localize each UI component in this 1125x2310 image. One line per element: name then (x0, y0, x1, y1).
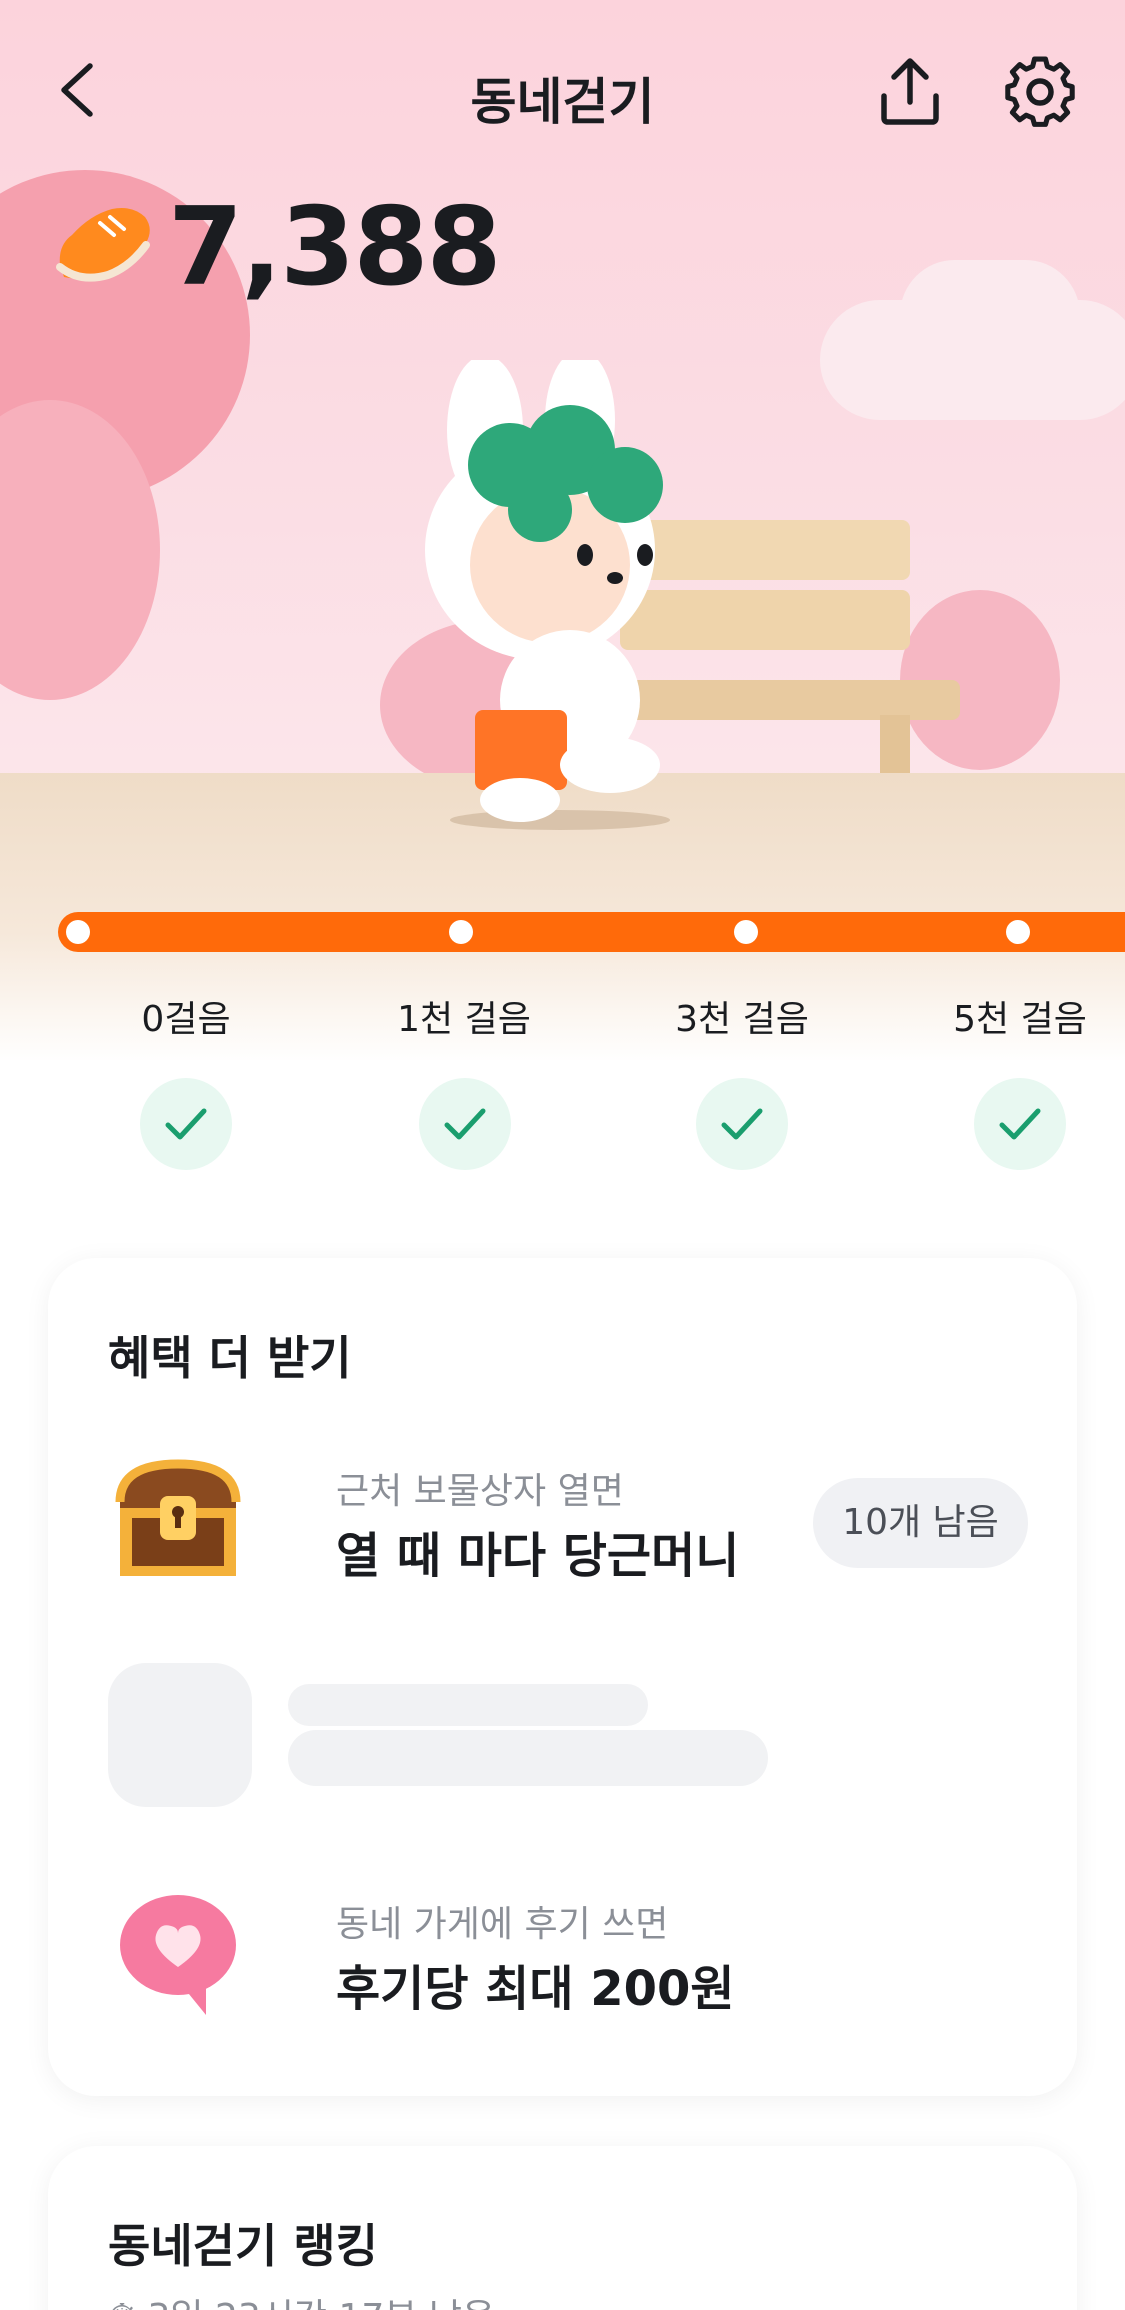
benefit-item-review[interactable]: 동네 가게에 후기 쓰면 후기당 최대 200원 (108, 1883, 1028, 2023)
progress-bar (58, 912, 1125, 952)
milestone-check (696, 1078, 788, 1170)
progress-dot (1006, 920, 1030, 944)
timer-icon: ⏱ (108, 2297, 148, 2310)
check-icon (999, 1108, 1041, 1140)
share-icon (881, 58, 939, 125)
cloud (900, 260, 1080, 370)
rabbit-character (425, 360, 670, 830)
skeleton-text-placeholder (288, 1730, 768, 1786)
steps-count: 7,388 (168, 185, 502, 310)
milestone-label: 5천 걸음 (953, 999, 1087, 1040)
shoe-icon (56, 208, 150, 282)
top-bar: 동네걷기 (0, 40, 1125, 140)
milestone-label: 1천 걸음 (397, 999, 531, 1040)
heart-speech-bubble-icon (120, 1895, 236, 2015)
skeleton-icon-placeholder (108, 1663, 252, 1807)
gear-icon (1005, 56, 1075, 127)
page-title: 동네걷기 (470, 73, 655, 131)
hero-illustration (0, 0, 1125, 1060)
ranking-time-remaining: ⏱ 3일 23시간 17분 남음 (108, 2288, 495, 2310)
benefit-item-treasure[interactable]: 근처 보물상자 열면 열 때 마다 당근머니 10개 남음 (108, 1450, 1028, 1590)
benefit-title: 후기당 최대 200원 (336, 1961, 735, 2017)
check-icon (444, 1108, 486, 1140)
benefit-subtitle: 근처 보물상자 열면 (336, 1471, 624, 1512)
step-counter: 7,388 (50, 185, 650, 310)
benefits-card: 혜택 더 받기 근처 보물상자 열면 열 때 마다 당근머니 10개 남음 동네… (48, 1258, 1077, 2096)
ranking-subtitle: 3일 23시간 17분 남음 (148, 2297, 496, 2310)
progress-dot (66, 920, 90, 944)
ranking-card[interactable]: 동네걷기 랭킹 ⏱ 3일 23시간 17분 남음 (48, 2146, 1077, 2310)
settings-button[interactable] (1000, 52, 1080, 132)
milestone-check (419, 1078, 511, 1170)
progress-dot (449, 920, 473, 944)
check-icon (165, 1108, 207, 1140)
treasure-chest-icon (115, 1459, 241, 1576)
skeleton-text-placeholder (288, 1684, 648, 1726)
milestone-check (140, 1078, 232, 1170)
benefit-subtitle: 동네 가게에 후기 쓰면 (336, 1904, 669, 1945)
milestone-check (974, 1078, 1066, 1170)
share-button[interactable] (870, 52, 950, 132)
benefit-title: 열 때 마다 당근머니 (336, 1528, 740, 1584)
check-icon (721, 1108, 763, 1140)
milestone-label: 3천 걸음 (675, 999, 809, 1040)
benefits-title: 혜택 더 받기 (108, 1331, 352, 1385)
progress-dot (734, 920, 758, 944)
ranking-title: 동네걷기 랭킹 (108, 2219, 378, 2273)
remaining-count-badge: 10개 남음 (813, 1478, 1028, 1568)
milestone-label: 0걸음 (141, 999, 231, 1040)
